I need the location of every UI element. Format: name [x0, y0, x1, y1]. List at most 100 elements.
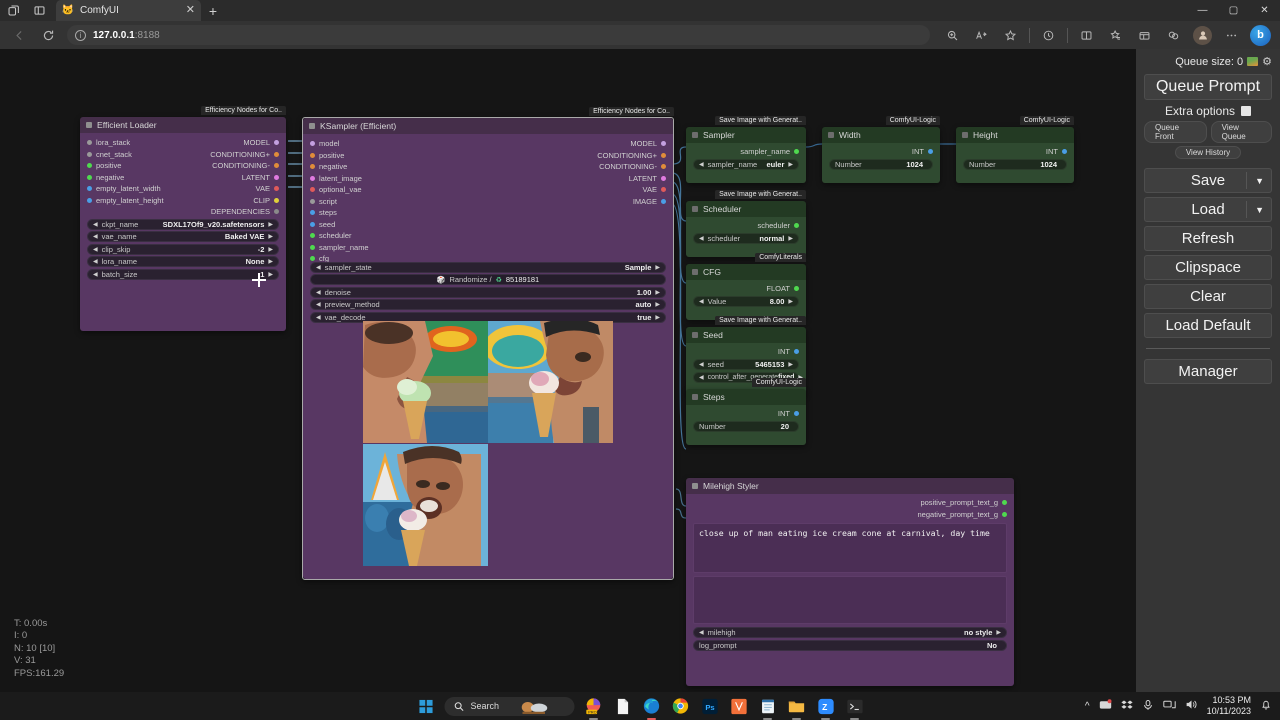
- input-slot[interactable]: script: [303, 196, 433, 208]
- taskbar-clock[interactable]: 10:53 PM 10/11/2023: [1207, 695, 1251, 717]
- browser-essentials-icon[interactable]: [1131, 24, 1158, 46]
- chevron-down-icon[interactable]: ▼: [1255, 176, 1264, 186]
- input-slot[interactable]: sampler_name: [303, 242, 433, 254]
- settings-more-icon[interactable]: [1218, 24, 1245, 46]
- output-slot[interactable]: VAE: [166, 183, 286, 195]
- history-icon[interactable]: [1035, 24, 1062, 46]
- input-slot[interactable]: seed: [303, 219, 433, 231]
- input-slot[interactable]: model: [303, 138, 433, 150]
- widget-batch-size[interactable]: ◀ batch_size 1 ▶: [87, 268, 279, 280]
- output-slot[interactable]: LATENT: [166, 172, 286, 184]
- collapse-icon[interactable]: [692, 332, 698, 338]
- node-ksampler-efficient[interactable]: Efficiency Nodes for Co.. KSampler (Effi…: [302, 107, 674, 580]
- refresh-button[interactable]: Refresh: [1144, 226, 1272, 251]
- collapse-icon[interactable]: [309, 123, 315, 129]
- node-title-efficient-loader[interactable]: Efficient Loader: [80, 117, 286, 133]
- site-info-icon[interactable]: i: [75, 29, 86, 41]
- zoom-icon[interactable]: [939, 24, 966, 46]
- output-slot[interactable]: INT: [686, 408, 806, 420]
- node-title-height[interactable]: Height: [956, 127, 1074, 143]
- notifications-bell-icon[interactable]: [1260, 699, 1272, 714]
- widget-clip-skip[interactable]: ◀ clip_skip -2 ▶: [87, 243, 279, 255]
- node-cfg[interactable]: ComfyLiterals CFG FLOAT ◀ Value 8.00 ▶: [686, 253, 806, 320]
- widget-sampler-state[interactable]: ◀ sampler_state Sample ▶: [310, 261, 666, 273]
- extensions-icon[interactable]: [1160, 24, 1187, 46]
- widget-width-number[interactable]: Number 1024: [829, 159, 933, 170]
- queue-front-button[interactable]: Queue Front: [1144, 121, 1207, 143]
- reload-icon[interactable]: [35, 24, 61, 46]
- output-slot[interactable]: CONDITIONING-: [543, 161, 673, 173]
- preview-image-3[interactable]: [363, 443, 488, 567]
- input-slot[interactable]: optional_vae: [303, 184, 433, 196]
- browser-tab-comfyui[interactable]: 🐱 ComfyUI ✕: [56, 0, 201, 21]
- output-slot[interactable]: CONDITIONING-: [166, 160, 286, 172]
- new-tab-button[interactable]: +: [201, 0, 225, 21]
- preview-image-1[interactable]: [363, 321, 488, 444]
- collapse-icon[interactable]: [692, 483, 698, 489]
- taskbar-app-orange[interactable]: [729, 696, 749, 716]
- gear-icon[interactable]: ⚙: [1262, 55, 1272, 68]
- favorites-star-icon[interactable]: [997, 24, 1024, 46]
- node-title-cfg[interactable]: CFG: [686, 264, 806, 280]
- node-title-width[interactable]: Width: [822, 127, 940, 143]
- node-sampler[interactable]: Save Image with Generat.. Sampler sample…: [686, 116, 806, 183]
- collapse-icon[interactable]: [692, 206, 698, 212]
- node-title-scheduler[interactable]: Scheduler: [686, 201, 806, 217]
- taskbar-app-photoshop[interactable]: Ps: [700, 696, 720, 716]
- read-aloud-icon[interactable]: [968, 24, 995, 46]
- load-button[interactable]: Load ▼: [1144, 197, 1272, 222]
- output-slot[interactable]: FLOAT: [686, 283, 806, 295]
- maximize-button[interactable]: ▢: [1218, 0, 1249, 21]
- collapse-icon[interactable]: [692, 394, 698, 400]
- widget-ckpt-name[interactable]: ◀ ckpt_name SDXL17Of9_v20.safetensors ▶: [87, 218, 279, 230]
- collections-icon[interactable]: [1102, 24, 1129, 46]
- avatar[interactable]: [1193, 25, 1212, 45]
- queue-prompt-button[interactable]: Queue Prompt: [1144, 74, 1272, 100]
- view-queue-button[interactable]: View Queue: [1210, 121, 1272, 143]
- node-title-milehigh-styler[interactable]: Milehigh Styler: [686, 478, 1014, 494]
- image-icon[interactable]: [1247, 57, 1259, 66]
- taskbar-app-zoom[interactable]: Z: [816, 696, 836, 720]
- node-milehigh-styler[interactable]: Milehigh Styler positive_prompt_text_g n…: [686, 478, 1014, 686]
- node-width[interactable]: ComfyUI-Logic Width INT Number 1024: [822, 116, 940, 183]
- tray-app-icon[interactable]: [1099, 698, 1112, 714]
- negative-prompt-textarea[interactable]: [693, 576, 1007, 624]
- tray-expand-icon[interactable]: ^: [1085, 701, 1090, 712]
- close-icon[interactable]: ✕: [186, 5, 195, 16]
- collapse-icon[interactable]: [828, 132, 834, 138]
- input-slot[interactable]: positive: [303, 150, 433, 162]
- node-scheduler[interactable]: Save Image with Generat.. Scheduler sche…: [686, 190, 806, 257]
- output-slot[interactable]: MODEL: [543, 138, 673, 150]
- network-icon[interactable]: [1162, 698, 1176, 714]
- output-slot[interactable]: INT: [686, 346, 806, 358]
- volume-icon[interactable]: [1185, 698, 1198, 714]
- minimize-button[interactable]: —: [1187, 0, 1218, 21]
- positive-prompt-textarea[interactable]: close up of man eating ice cream cone at…: [693, 523, 1007, 573]
- output-slot[interactable]: sampler_name: [686, 146, 806, 158]
- widget-seed-randomize[interactable]: 🎲 Randomize / ♻ 85189181: [310, 274, 666, 285]
- node-title-sampler[interactable]: Sampler: [686, 127, 806, 143]
- collapse-icon[interactable]: [962, 132, 968, 138]
- taskbar-app-file-explorer[interactable]: [787, 696, 807, 720]
- start-button[interactable]: [416, 696, 436, 716]
- taskbar-app-notepad[interactable]: [758, 696, 778, 720]
- node-efficient-loader[interactable]: Efficiency Nodes for Co.. Efficient Load…: [80, 106, 286, 331]
- output-slot[interactable]: INT: [956, 146, 1074, 158]
- widget-seed-value[interactable]: ◀ seed 5465153 ▶: [693, 359, 799, 370]
- widget-vae-name[interactable]: ◀ vae_name Baked VAE ▶: [87, 231, 279, 242]
- microphone-icon[interactable]: [1142, 699, 1154, 714]
- widget-scheduler[interactable]: ◀ scheduler normal ▶: [693, 233, 799, 244]
- input-slot[interactable]: scheduler: [303, 230, 433, 242]
- dropbox-icon[interactable]: [1120, 699, 1133, 714]
- copilot-icon[interactable]: b: [1247, 24, 1274, 46]
- widget-lora-name[interactable]: ◀ lora_name None ▶: [87, 256, 279, 267]
- output-slot-positive-prompt[interactable]: positive_prompt_text_g: [686, 497, 1014, 509]
- widget-steps-number[interactable]: Number 20: [693, 421, 799, 432]
- clipspace-button[interactable]: Clipspace: [1144, 255, 1272, 280]
- output-slot[interactable]: CLIP: [166, 195, 286, 207]
- node-title-steps[interactable]: Steps: [686, 389, 806, 405]
- address-bar[interactable]: i 127.0.0.1:8188: [67, 25, 930, 45]
- collapse-icon[interactable]: [692, 269, 698, 275]
- widget-cfg-value[interactable]: ◀ Value 8.00 ▶: [693, 296, 799, 307]
- output-slot[interactable]: MODEL: [166, 137, 286, 149]
